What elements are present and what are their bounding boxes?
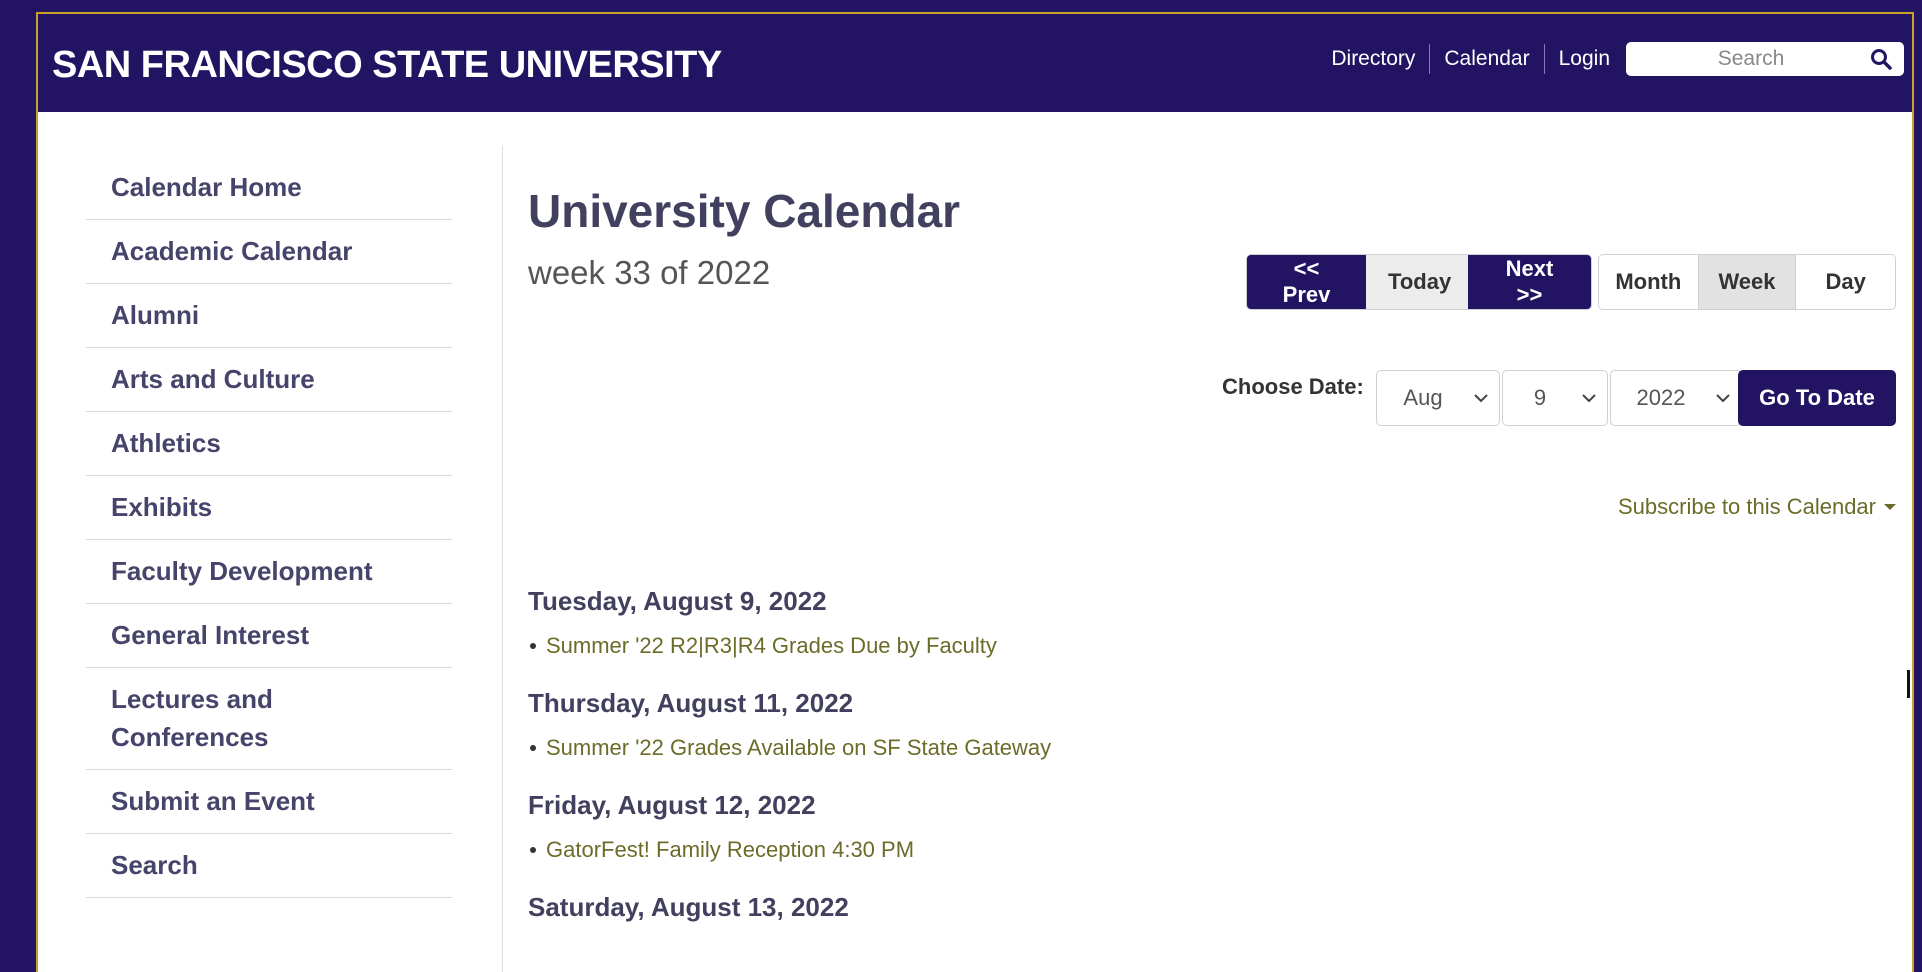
top-nav: Directory Calendar Login [1317,42,1904,76]
scroll-edge-marker [1907,670,1910,698]
next-button[interactable]: Next >> [1468,255,1591,309]
magnifier-icon[interactable] [1868,46,1894,72]
event-link[interactable]: Summer '22 R2|R3|R4 Grades Due by Facult… [546,630,997,662]
day-heading: Thursday, August 11, 2022 [528,688,854,718]
bullet [530,745,536,751]
sidebar-item-alumni[interactable]: Alumni [86,284,452,348]
page-frame: SAN FRANCISCO STATE UNIVERSITY Directory… [36,12,1914,972]
chevron-down-icon [1469,393,1493,403]
day-view-button[interactable]: Day [1796,255,1895,309]
sidebar-item-arts-and-culture[interactable]: Arts and Culture [86,348,452,412]
event-listing: Tuesday, August 9, 2022 Summer '22 R2|R3… [528,584,1428,924]
subscribe-label: Subscribe to this Calendar [1617,494,1876,519]
go-to-date-button[interactable]: Go To Date [1738,370,1896,426]
week-view-button[interactable]: Week [1697,255,1797,309]
event-list: Summer '22 R2|R3|R4 Grades Due by Facult… [528,630,1428,662]
page-title: University Calendar [528,185,961,237]
prev-button[interactable]: << Prev [1247,255,1367,309]
university-logo-link[interactable]: SAN FRANCISCO STATE UNIVERSITY [52,44,722,87]
year-select[interactable]: 2022 [1610,370,1742,426]
view-toggle-group: Month Week Day [1598,254,1896,310]
day-select[interactable]: 9 [1502,370,1608,426]
sidebar-item-exhibits[interactable]: Exhibits [86,476,452,540]
day-heading: Saturday, August 13, 2022 [528,892,849,922]
today-button[interactable]: Today [1366,255,1469,309]
sidebar-item-calendar-home[interactable]: Calendar Home [86,156,452,220]
calendar-sidebar: Calendar Home Academic Calendar Alumni A… [86,156,452,898]
sidebar-item-search[interactable]: Search [86,834,452,898]
search-input[interactable] [1634,46,1868,72]
bullet [530,847,536,853]
sidebar-item-athletics[interactable]: Athletics [86,412,452,476]
nav-login-link[interactable]: Login [1543,44,1624,74]
day-select-value: 9 [1533,385,1547,410]
month-view-button[interactable]: Month [1599,255,1698,309]
sidebar-item-academic-calendar[interactable]: Academic Calendar [86,220,452,284]
nav-directory-link[interactable]: Directory [1317,44,1429,74]
chevron-down-icon [1577,393,1601,403]
caret-down-icon [1884,503,1896,511]
event-list: Summer '22 Grades Available on SF State … [528,732,1428,764]
sidebar-item-faculty-development[interactable]: Faculty Development [86,540,452,604]
list-item: GatorFest! Family Reception 4:30 PM [528,834,1428,866]
list-item: Summer '22 R2|R3|R4 Grades Due by Facult… [528,630,1428,662]
day-heading: Friday, August 12, 2022 [528,790,816,820]
list-item: Summer '22 Grades Available on SF State … [528,732,1428,764]
choose-date-label: Choose Date: [1222,374,1364,399]
month-select-value: Aug [1403,385,1443,410]
year-select-value: 2022 [1636,385,1686,410]
week-label: week 33 of 2022 [528,254,771,291]
sidebar-item-general-interest[interactable]: General Interest [86,604,452,668]
chevron-down-icon [1711,393,1735,403]
site-header: SAN FRANCISCO STATE UNIVERSITY Directory… [38,14,1912,112]
nav-calendar-link[interactable]: Calendar [1429,44,1543,74]
event-link[interactable]: GatorFest! Family Reception 4:30 PM [546,834,914,866]
bullet [530,643,536,649]
column-divider [502,146,503,972]
sidebar-item-submit-an-event[interactable]: Submit an Event [86,770,452,834]
search-box [1626,42,1904,76]
day-heading: Tuesday, August 9, 2022 [528,586,827,616]
sidebar-item-lectures-and-conferences[interactable]: Lectures and Conferences [86,668,452,770]
period-nav-group: << Prev Today Next >> [1246,254,1592,310]
event-list: GatorFest! Family Reception 4:30 PM [528,834,1428,866]
event-link[interactable]: Summer '22 Grades Available on SF State … [546,732,1051,764]
subscribe-dropdown[interactable]: Subscribe to this Calendar [1618,494,1896,520]
month-select[interactable]: Aug [1376,370,1500,426]
